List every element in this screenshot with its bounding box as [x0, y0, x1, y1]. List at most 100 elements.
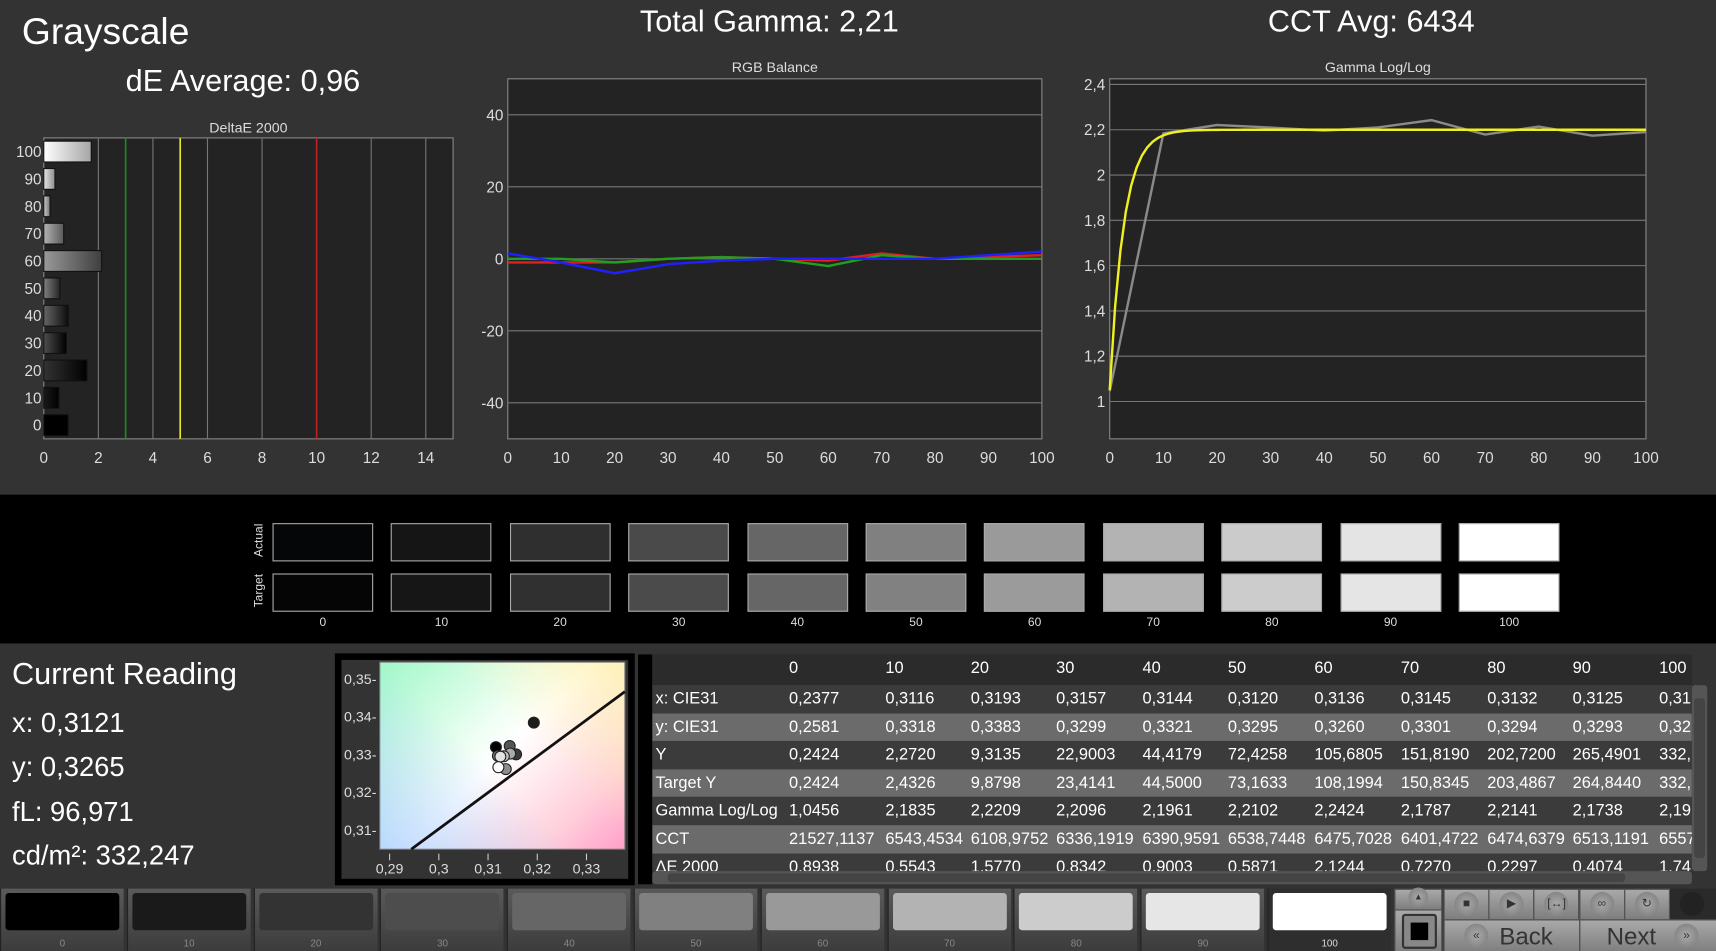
table-cell: 0,2424 — [789, 745, 840, 765]
table-cell: 108,1994 — [1314, 773, 1383, 793]
deltae-plot-area — [43, 137, 454, 440]
loop-button[interactable]: ∞ — [1578, 888, 1625, 921]
patch-button-70[interactable]: 70 — [887, 888, 1011, 951]
table-cell: 1,0456 — [789, 801, 840, 821]
actual-swatch — [391, 523, 492, 562]
patch-button-10[interactable]: 10 — [126, 888, 251, 951]
planckian-locus — [410, 690, 626, 851]
refresh-button[interactable]: ↻ — [1623, 888, 1670, 921]
actual-swatch — [984, 523, 1085, 562]
table-cell: 0,2377 — [789, 689, 840, 709]
column-header: 30 — [1056, 658, 1075, 678]
table-cell: 332, — [1659, 773, 1692, 793]
deltae-bar — [43, 304, 69, 327]
deltae-title: DeltaE 2000 — [209, 120, 287, 136]
table-cell: 203,4867 — [1487, 773, 1556, 793]
swatch-label: 50 — [909, 616, 923, 630]
target-swatch — [747, 573, 848, 612]
swatch-label: 20 — [553, 616, 567, 630]
table-cell: 0,3294 — [1487, 717, 1538, 737]
target-swatch — [628, 573, 730, 612]
back-label: Back — [1499, 922, 1553, 950]
square-icon — [1410, 922, 1429, 941]
table-cell: 22,9003 — [1056, 745, 1116, 765]
actual-swatch — [747, 523, 848, 562]
patch-label: 10 — [183, 937, 195, 949]
stop-button[interactable]: ■ — [1443, 888, 1490, 921]
patch-button-80[interactable]: 80 — [1013, 888, 1138, 951]
patch-color — [892, 893, 1007, 931]
patch-button-0[interactable]: 0 — [0, 888, 124, 951]
x-tick-label: 0,3 — [429, 861, 449, 877]
patch-color — [1146, 893, 1260, 931]
y-tick-label: 20 — [25, 363, 42, 380]
swatch-label: 80 — [1265, 616, 1279, 630]
x-tick-label: 100 — [1633, 450, 1659, 467]
swatch-label: 10 — [434, 616, 449, 630]
y-tick-label: 10 — [25, 390, 42, 407]
deltae-bar — [43, 359, 88, 382]
table-cell: 0,4074 — [1572, 857, 1623, 872]
column-header: 70 — [1400, 658, 1420, 678]
arrow-up-icon: ▲ — [1408, 887, 1429, 908]
patch-label: 0 — [59, 937, 66, 949]
table-cell: 0,32 — [1659, 717, 1692, 737]
patch-color — [385, 893, 500, 931]
x-tick-label: 70 — [1477, 450, 1494, 467]
next-button[interactable]: Next » — [1579, 919, 1716, 951]
column-header: 100 — [1659, 658, 1687, 678]
reading-y: y: 0,3265 — [12, 751, 125, 783]
swatch-row-label: Actual — [252, 523, 266, 558]
table-cell: 6475,7028 — [1314, 829, 1392, 849]
row-label: Target Y — [655, 773, 717, 793]
table-cell: 0,8342 — [1056, 857, 1107, 872]
patch-button-50[interactable]: 50 — [633, 888, 758, 951]
grayscale-app: Grayscale dE Average: 0,96 Total Gamma: … — [0, 0, 1716, 951]
patch-button-30[interactable]: 30 — [380, 888, 504, 951]
horizontal-scrollbar[interactable] — [652, 871, 1692, 885]
play-icon: ▶ — [1499, 891, 1524, 917]
x-tick-label: 0,33 — [573, 861, 601, 877]
y-tick-label: 1,6 — [1084, 258, 1105, 275]
x-tick-label: 80 — [1530, 450, 1547, 467]
back-button[interactable]: « Back — [1443, 919, 1581, 951]
double-chevron-left-icon: « — [1464, 923, 1489, 948]
patch-up-button[interactable]: ▲ — [1394, 887, 1443, 911]
gamma-title: Gamma Log/Log — [1325, 60, 1431, 76]
patch-button-90[interactable]: 90 — [1140, 888, 1265, 951]
reading-x: x: 0,3121 — [12, 708, 125, 739]
column-header: 20 — [970, 658, 989, 678]
patch-label: 20 — [310, 937, 322, 949]
patch-label: 40 — [563, 937, 575, 949]
patch-button-100[interactable]: 100 — [1267, 888, 1391, 951]
patch-label: 100 — [1321, 937, 1338, 949]
play-button[interactable]: ▶ — [1488, 888, 1535, 921]
y-tick-label: 0 — [495, 251, 504, 268]
row-label: CCT — [655, 829, 690, 849]
y-tick-label: 1,2 — [1084, 349, 1105, 366]
table-cell: 2,1738 — [1572, 801, 1623, 821]
y-tick-label: 30 — [25, 336, 42, 353]
patch-color — [258, 893, 373, 931]
x-tick-label: 10 — [553, 450, 570, 467]
range-button[interactable]: [↔] — [1533, 888, 1580, 921]
table-cell: 6108,9752 — [970, 829, 1049, 849]
x-tick-label: 0 — [1105, 450, 1114, 467]
table-cell: 0,3383 — [970, 717, 1021, 737]
table-cell: 9,3135 — [970, 745, 1021, 765]
patch-button-40[interactable]: 40 — [506, 888, 631, 951]
patch-button-60[interactable]: 60 — [760, 888, 885, 951]
table-cell: 6474,6379 — [1487, 829, 1565, 849]
x-tick-label: 90 — [980, 450, 997, 467]
swatch-band: Actual Target 0 10 20 30 40 50 60 70 80 90 100 — [0, 494, 1716, 644]
table-cell: 0,3318 — [885, 717, 936, 737]
y-tick-label: 1,8 — [1084, 213, 1105, 230]
x-tick-label: 0,32 — [523, 861, 551, 877]
table-cell: 2,19 — [1659, 801, 1692, 821]
table-cell: 2,2424 — [1314, 801, 1365, 821]
stop-measure-button[interactable] — [1394, 909, 1443, 951]
table-cell: 0,3193 — [970, 689, 1021, 709]
patch-button-20[interactable]: 20 — [253, 888, 378, 951]
vertical-scrollbar[interactable] — [1691, 685, 1708, 872]
table-cell: 2,2096 — [1056, 801, 1107, 821]
